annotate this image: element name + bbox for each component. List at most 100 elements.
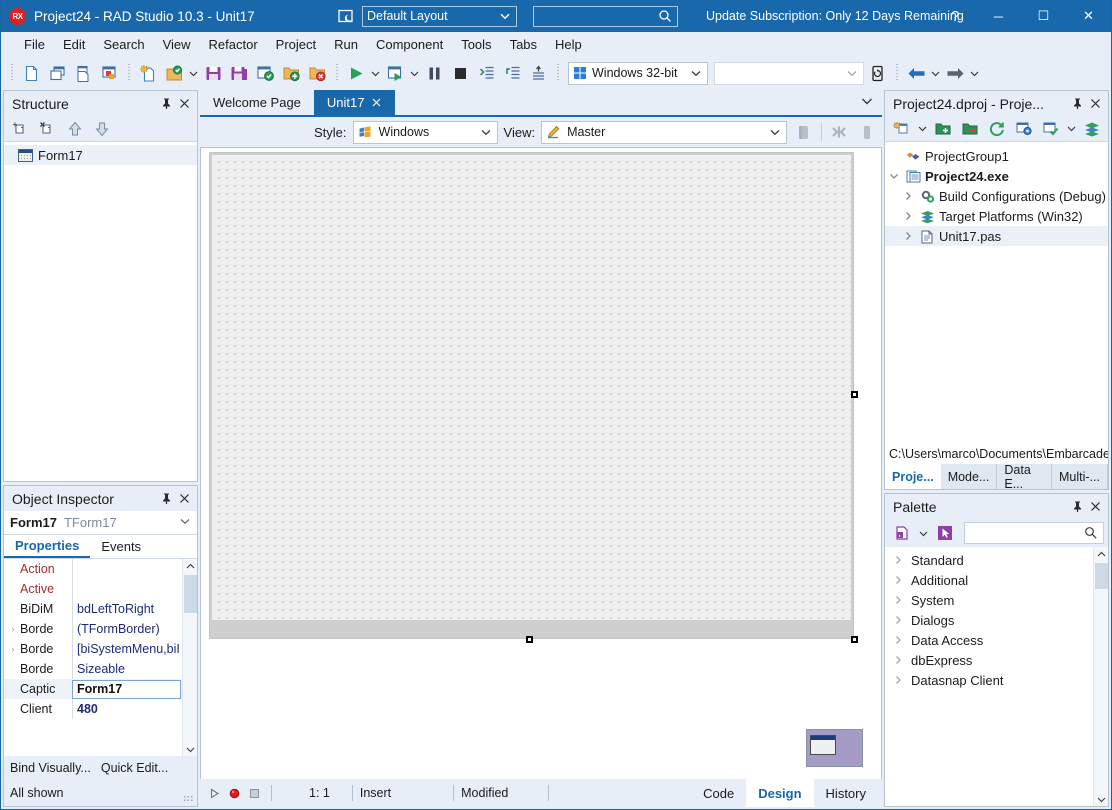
view-form-button[interactable] — [96, 60, 122, 86]
form-surface[interactable] — [209, 152, 854, 639]
property-value[interactable]: [biSystemMenu,biI — [72, 639, 181, 659]
structure-tree[interactable]: Form17 — [4, 142, 197, 481]
property-grid[interactable]: Action Active BiDiM bdLeftToRight — [4, 559, 197, 756]
new-item-icon[interactable] — [8, 116, 34, 142]
chevron-right-icon[interactable] — [893, 555, 905, 565]
resize-handle-bottom[interactable] — [526, 636, 533, 643]
menu-item-view[interactable]: View — [154, 34, 200, 55]
chevron-down-icon[interactable] — [185, 742, 196, 756]
palette-category-dbexpress[interactable]: dbExpress — [885, 650, 1108, 670]
property-row[interactable]: Active — [4, 579, 197, 599]
save-project-as-button[interactable] — [252, 60, 278, 86]
target-platforms-icon[interactable] — [1079, 116, 1105, 142]
menu-item-tools[interactable]: Tools — [452, 34, 500, 55]
chevron-down-icon[interactable] — [889, 171, 901, 181]
new-project-dropdown-icon[interactable] — [916, 116, 929, 142]
tree-row-project-group[interactable]: ProjectGroup1 — [885, 146, 1108, 166]
chevron-right-icon[interactable] — [903, 231, 915, 241]
run-dropdown-arrow[interactable] — [369, 60, 382, 86]
run-small-icon[interactable] — [204, 787, 224, 800]
project-tree[interactable]: ProjectGroup1 Project24.exe — [885, 142, 1108, 444]
expander-icon[interactable]: › — [6, 624, 20, 634]
menu-item-project[interactable]: Project — [267, 34, 325, 55]
chevron-right-icon[interactable] — [903, 211, 915, 221]
tree-row-unit17-pas[interactable]: Unit17.pas — [885, 226, 1108, 246]
close-icon[interactable] — [175, 489, 193, 509]
property-grid-scrollbar[interactable] — [182, 559, 197, 756]
tab-data-explorer[interactable]: Data E... — [997, 464, 1052, 489]
stop-button[interactable] — [447, 60, 473, 86]
menu-item-search[interactable]: Search — [94, 34, 153, 55]
update-subscription-notice[interactable]: Update Subscription: Only 12 Days Remain… — [706, 0, 964, 32]
tab-design[interactable]: Design — [746, 779, 813, 807]
property-row[interactable]: BiDiM bdLeftToRight — [4, 599, 197, 619]
run-button[interactable] — [343, 60, 369, 86]
property-value-editor[interactable]: Form17 — [72, 680, 181, 699]
tree-row-build-configurations[interactable]: Build Configurations (Debug) — [885, 186, 1108, 206]
new-project-icon[interactable] — [889, 116, 915, 142]
property-value[interactable] — [72, 579, 181, 599]
mobile-device-icon[interactable] — [864, 60, 890, 86]
pointer-icon[interactable] — [932, 520, 958, 546]
property-value[interactable]: bdLeftToRight — [72, 599, 181, 619]
open-dropdown-arrow[interactable] — [187, 60, 200, 86]
resize-handle-corner[interactable] — [851, 636, 858, 643]
move-down-icon[interactable] — [89, 116, 115, 142]
toolbar-grip-4[interactable] — [554, 63, 561, 83]
tab-multi-device-preview[interactable]: Multi-... — [1052, 464, 1108, 489]
quick-edit-link[interactable]: Quick Edit... — [101, 761, 168, 775]
save-button[interactable] — [200, 60, 226, 86]
chevron-right-icon[interactable] — [893, 675, 905, 685]
chevron-right-icon[interactable] — [893, 655, 905, 665]
open-new-button[interactable] — [135, 60, 161, 86]
chevron-right-icon[interactable] — [903, 191, 915, 201]
new-item-button[interactable] — [18, 60, 44, 86]
menu-item-tabs[interactable]: Tabs — [501, 34, 546, 55]
scale-button[interactable] — [828, 120, 850, 144]
palette-category-additional[interactable]: Additional — [885, 570, 1108, 590]
menu-item-edit[interactable]: Edit — [54, 34, 94, 55]
property-row[interactable]: › Borde [biSystemMenu,biI — [4, 639, 197, 659]
menu-item-component[interactable]: Component — [367, 34, 452, 55]
toolbar-grip[interactable] — [8, 63, 15, 83]
scrollbar-thumb[interactable] — [1095, 563, 1108, 589]
form-client-area[interactable] — [212, 155, 851, 620]
tree-row-project-exe[interactable]: Project24.exe — [885, 166, 1108, 186]
tree-item-form17[interactable]: Form17 — [4, 145, 197, 165]
desktop-layout-icon[interactable] — [336, 7, 356, 25]
add-to-project-button[interactable] — [278, 60, 304, 86]
back-arrow-icon[interactable] — [903, 60, 929, 86]
toolbar-grip-3[interactable] — [333, 63, 340, 83]
property-row[interactable]: Action — [4, 559, 197, 579]
style-dropdown[interactable]: Windows — [353, 121, 498, 144]
view-dropdown[interactable]: Master — [541, 121, 787, 144]
property-row[interactable]: Borde Sizeable — [4, 659, 197, 679]
property-row[interactable]: Client 480 — [4, 699, 197, 719]
palette-category-dialogs[interactable]: Dialogs — [885, 610, 1108, 630]
device-preview-button[interactable] — [793, 120, 815, 144]
run-without-debugging-button[interactable] — [382, 60, 408, 86]
menu-item-run[interactable]: Run — [325, 34, 367, 55]
pin-icon[interactable] — [157, 489, 175, 509]
open-project-button[interactable] — [161, 60, 187, 86]
bind-visually-link[interactable]: Bind Visually... — [10, 761, 91, 775]
move-up-icon[interactable] — [62, 116, 88, 142]
new-form-button[interactable] — [44, 60, 70, 86]
palette-scrollbar[interactable] — [1093, 547, 1108, 806]
form-preview-thumbnail[interactable] — [806, 729, 863, 767]
property-row[interactable]: › Borde (TFormBorder) — [4, 619, 197, 639]
breakpoint-icon[interactable] — [224, 787, 244, 800]
add-folder-icon[interactable] — [930, 116, 956, 142]
tab-events[interactable]: Events — [90, 535, 152, 558]
build-icon[interactable] — [1038, 116, 1064, 142]
pin-icon[interactable] — [1068, 94, 1086, 114]
trace-into-button[interactable] — [473, 60, 499, 86]
editor-tab-welcome-page[interactable]: Welcome Page — [200, 90, 314, 115]
new-unit-button[interactable] — [70, 60, 96, 86]
property-value[interactable]: Sizeable — [72, 659, 181, 679]
scrollbar-thumb[interactable] — [184, 575, 197, 613]
chevron-right-icon[interactable] — [893, 635, 905, 645]
back-dropdown-arrow[interactable] — [929, 60, 942, 86]
expander-icon[interactable]: › — [6, 644, 20, 654]
close-icon[interactable] — [1086, 497, 1104, 517]
